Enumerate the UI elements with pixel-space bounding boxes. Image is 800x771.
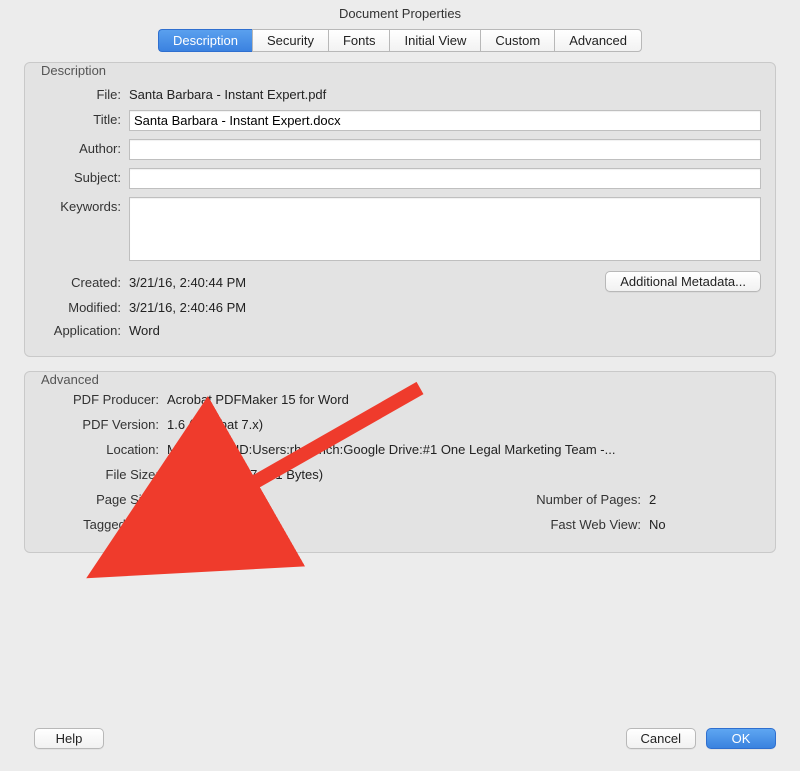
application-value: Word — [129, 321, 761, 338]
advanced-group-title: Advanced — [39, 372, 101, 387]
version-value: 1.6 (Acrobat 7.x) — [167, 415, 509, 432]
author-input[interactable] — [129, 139, 761, 160]
created-value: 3/21/16, 2:40:44 PM — [129, 273, 367, 290]
keywords-input[interactable] — [129, 197, 761, 261]
cancel-button[interactable]: Cancel — [626, 728, 696, 749]
help-button[interactable]: Help — [34, 728, 104, 749]
num-pages-label: Number of Pages: — [509, 492, 649, 507]
ok-button[interactable]: OK — [706, 728, 776, 749]
fast-web-label: Fast Web View: — [509, 517, 649, 532]
description-group: Description File: Santa Barbara - Instan… — [24, 62, 776, 357]
fast-web-value: No — [649, 515, 761, 532]
subject-label: Subject: — [39, 168, 129, 185]
tab-custom[interactable]: Custom — [480, 29, 554, 52]
modified-value: 3/21/16, 2:40:46 PM — [129, 298, 761, 315]
keywords-label: Keywords: — [39, 197, 129, 214]
modified-label: Modified: — [39, 298, 129, 315]
window-title: Document Properties — [0, 0, 800, 29]
producer-value: Acrobat PDFMaker 15 for Word — [167, 390, 509, 407]
page-size-value: 8.50 x 10.99 in — [167, 490, 509, 507]
advanced-group: Advanced PDF Producer: Acrobat PDFMaker … — [24, 371, 776, 553]
additional-metadata-button[interactable]: Additional Metadata... — [605, 271, 761, 292]
tagged-value: No — [167, 515, 509, 532]
tab-advanced[interactable]: Advanced — [554, 29, 642, 52]
file-label: File: — [39, 85, 129, 102]
tab-security[interactable]: Security — [252, 29, 328, 52]
location-value: Macintosh HD:Users:rheinrich:Google Driv… — [167, 440, 761, 457]
num-pages-value: 2 — [649, 490, 761, 507]
tab-description[interactable]: Description — [158, 29, 252, 52]
description-group-title: Description — [39, 63, 108, 78]
version-label: PDF Version: — [39, 417, 167, 432]
tab-initial-view[interactable]: Initial View — [389, 29, 480, 52]
subject-input[interactable] — [129, 168, 761, 189]
bottom-bar: Help Cancel OK — [0, 716, 800, 771]
title-label: Title: — [39, 110, 129, 127]
file-value: Santa Barbara - Instant Expert.pdf — [129, 85, 761, 102]
application-label: Application: — [39, 321, 129, 338]
author-label: Author: — [39, 139, 129, 156]
file-size-value: 222.50 KB (227,841 Bytes) — [167, 465, 509, 482]
title-input[interactable] — [129, 110, 761, 131]
tab-bar: Description Security Fonts Initial View … — [0, 29, 800, 52]
producer-label: PDF Producer: — [39, 392, 167, 407]
page-size-label: Page Size: — [39, 492, 167, 507]
tagged-label: Tagged PDF: — [39, 517, 167, 532]
tab-fonts[interactable]: Fonts — [328, 29, 390, 52]
file-size-label: File Size: — [39, 467, 167, 482]
created-label: Created: — [39, 273, 129, 290]
location-label: Location: — [39, 442, 167, 457]
